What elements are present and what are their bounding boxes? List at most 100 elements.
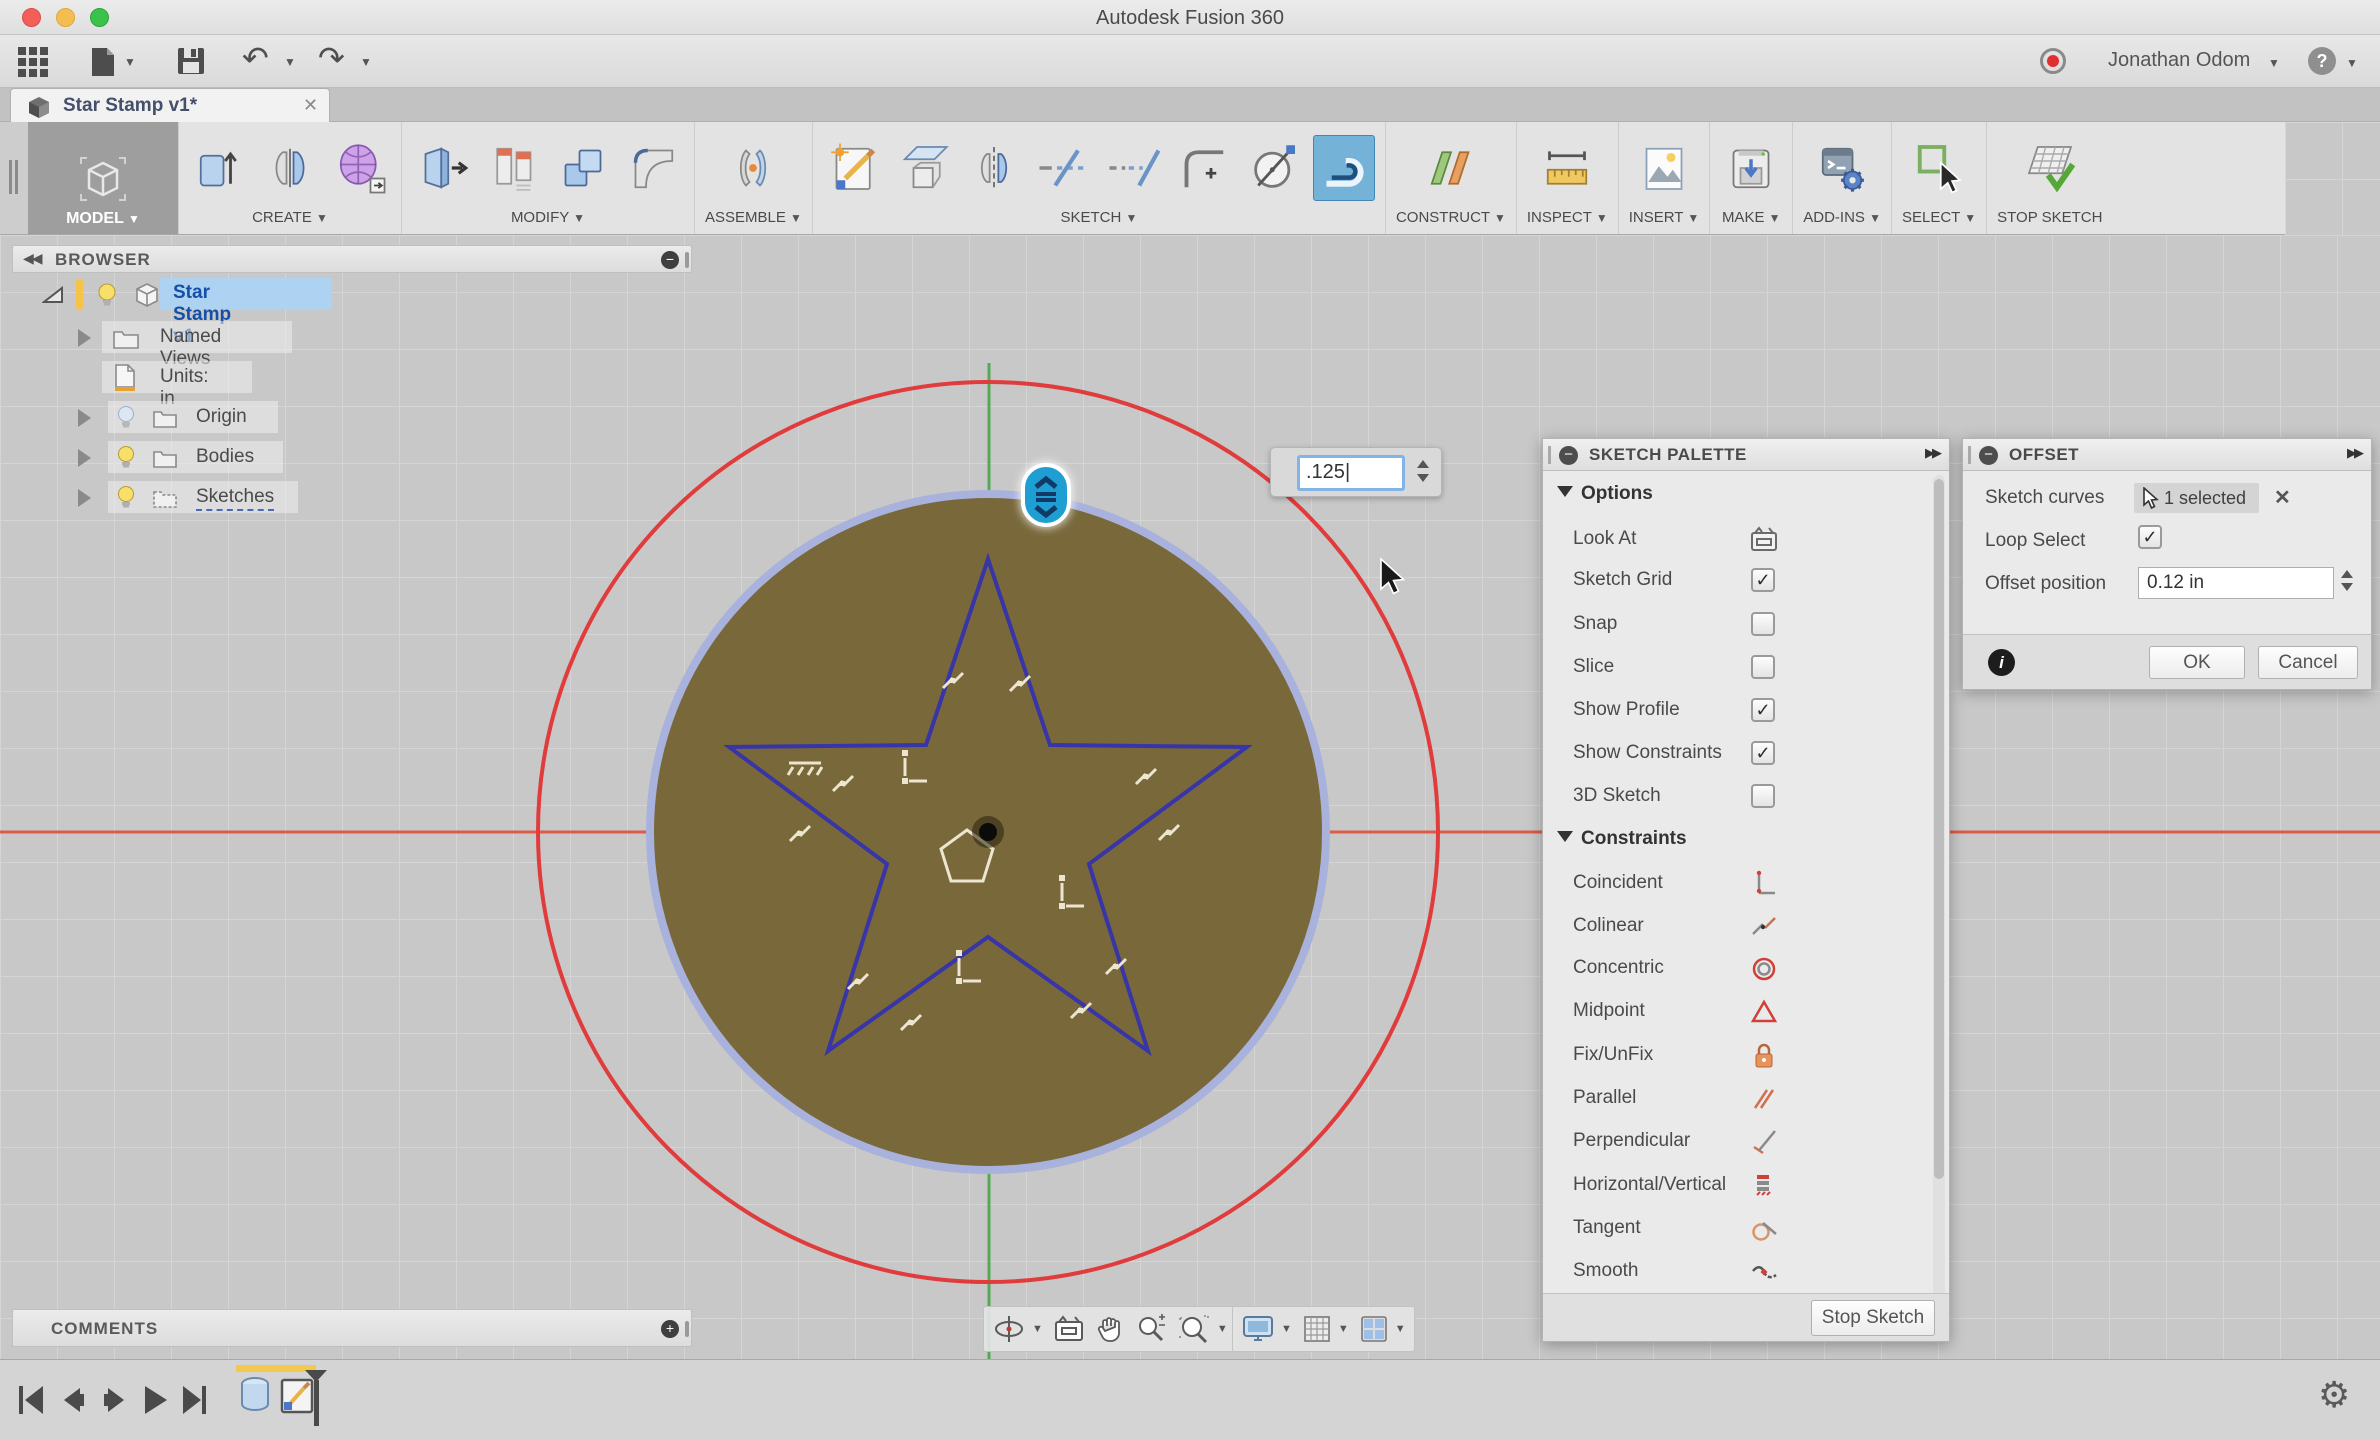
offset-dialog-header[interactable]: − OFFSET ▶▶ [1963, 439, 2371, 471]
show-profile-checkbox[interactable]: ✓ [1751, 698, 1775, 722]
display-caret[interactable]: ▼ [1281, 1323, 1292, 1335]
disclosure-open-icon[interactable] [42, 286, 64, 304]
sketch-palette-header[interactable]: − SKETCH PALETTE ▶▶ [1543, 439, 1949, 471]
orbit-icon[interactable] [992, 1313, 1026, 1345]
ribbon-drag-handle[interactable] [0, 122, 28, 234]
constraints-section-header[interactable]: Constraints [1557, 828, 1687, 850]
palette-scrollbar[interactable] [1933, 475, 1945, 1297]
project-tool[interactable] [893, 135, 955, 201]
parameters-tool[interactable] [482, 135, 544, 201]
disclosure-icon[interactable] [78, 329, 91, 347]
bulb-off-icon[interactable] [114, 404, 138, 431]
sketch-group-label[interactable]: SKETCH [1060, 209, 1121, 226]
dimension-stepper[interactable] [1417, 460, 1429, 482]
stop-sketch-button[interactable]: Stop Sketch [1811, 1300, 1935, 1336]
tab-close-icon[interactable]: ✕ [303, 95, 318, 116]
sketch-fillet-tool[interactable] [1173, 135, 1235, 201]
offset-tool[interactable] [1313, 135, 1375, 201]
midpoint-icon[interactable] [1749, 997, 1779, 1027]
save-icon[interactable] [176, 46, 206, 76]
comments-resize-grip[interactable] [685, 1321, 689, 1337]
timeline-play-icon[interactable] [140, 1380, 170, 1420]
disclosure-icon[interactable] [78, 489, 91, 507]
browser-resize-grip[interactable] [685, 252, 689, 268]
insert-group-label[interactable]: INSERT [1629, 209, 1683, 226]
fit-caret[interactable]: ▼ [1217, 1323, 1228, 1335]
timeline-step-forward-icon[interactable] [98, 1380, 132, 1420]
bulb-on-icon[interactable] [114, 444, 138, 471]
origin-point[interactable] [979, 823, 997, 841]
timeline-feature-body-icon[interactable] [238, 1374, 274, 1420]
user-menu[interactable]: Jonathan Odom [2108, 49, 2250, 72]
circumscribed-circle-tool[interactable] [1243, 135, 1305, 201]
ok-button[interactable]: OK [2149, 646, 2245, 679]
timeline-go-end-icon[interactable] [180, 1380, 210, 1420]
look-at-view-icon[interactable] [1053, 1315, 1085, 1343]
select-group-label[interactable]: SELECT [1902, 209, 1960, 226]
undo-caret[interactable]: ▼ [284, 55, 296, 69]
viewports-caret[interactable]: ▼ [1395, 1323, 1406, 1335]
assemble-group-label[interactable]: ASSEMBLE [705, 209, 786, 226]
user-menu-caret[interactable]: ▼ [2268, 56, 2280, 70]
colinear-icon[interactable] [1749, 912, 1779, 942]
viewports-icon[interactable] [1359, 1314, 1389, 1344]
stop-sketch-group-label[interactable]: STOP SKETCH [1997, 209, 2102, 226]
app-grid-icon[interactable] [18, 47, 48, 77]
trim-tool[interactable] [1033, 135, 1095, 201]
slice-checkbox[interactable] [1751, 655, 1775, 679]
3d-sketch-checkbox[interactable] [1751, 784, 1775, 808]
measure-tool[interactable] [1536, 135, 1598, 201]
offset-drag-handle[interactable] [1023, 465, 1069, 525]
timeline-position-marker[interactable] [303, 1368, 329, 1430]
combine-tool[interactable] [552, 135, 614, 201]
palette-scrollbar-thumb[interactable] [1934, 479, 1944, 1179]
create-form-tool[interactable] [329, 135, 391, 201]
grid-caret[interactable]: ▼ [1338, 1323, 1349, 1335]
help-icon[interactable]: ? [2308, 47, 2336, 75]
document-tab[interactable]: Star Stamp v1* ✕ [10, 88, 330, 122]
create-sketch-tool[interactable] [823, 135, 885, 201]
disclosure-icon[interactable] [78, 449, 91, 467]
extrude-tool[interactable] [189, 135, 251, 201]
tangent-icon[interactable] [1749, 1214, 1779, 1244]
collapse-browser-icon[interactable]: ◀◀ [23, 250, 41, 267]
record-icon[interactable] [2040, 48, 2066, 74]
create-group-label[interactable]: CREATE [252, 209, 312, 226]
select-tool[interactable] [1908, 135, 1970, 201]
timeline-go-start-icon[interactable] [16, 1380, 46, 1420]
file-menu-icon[interactable] [88, 46, 118, 78]
modify-group-label[interactable]: MODIFY [511, 209, 569, 226]
revolve-tool[interactable] [259, 135, 321, 201]
make-group-label[interactable]: MAKE [1722, 209, 1765, 226]
file-menu-caret[interactable]: ▼ [124, 55, 136, 69]
zoom-icon[interactable] [1135, 1313, 1167, 1345]
show-constraints-checkbox[interactable]: ✓ [1751, 741, 1775, 765]
selection-chip[interactable]: 1 selected [2134, 483, 2259, 513]
offset-stepper[interactable] [2341, 570, 2353, 591]
horizontal-vertical-icon[interactable] [1749, 1171, 1779, 1201]
parallel-icon[interactable] [1749, 1084, 1779, 1114]
browser-header[interactable]: ◀◀ BROWSER − [12, 245, 692, 273]
redo-icon[interactable]: ↷ [318, 39, 345, 77]
grid-settings-icon[interactable] [1302, 1314, 1332, 1344]
construct-group-label[interactable]: CONSTRUCT [1396, 209, 1490, 226]
fillet-tool[interactable] [622, 135, 684, 201]
perpendicular-icon[interactable] [1749, 1127, 1779, 1157]
tree-label[interactable]: Origin [196, 406, 247, 428]
display-settings-icon[interactable] [1241, 1314, 1275, 1344]
workspace-selector[interactable]: MODEL ▼ [28, 122, 178, 234]
cancel-button[interactable]: Cancel [2258, 646, 2358, 679]
look-at-icon[interactable] [1749, 525, 1779, 555]
coincident-icon[interactable] [1749, 869, 1779, 899]
make-3dprint-tool[interactable] [1720, 135, 1782, 201]
collapse-panel-icon[interactable]: − [1979, 446, 1998, 465]
snap-checkbox[interactable] [1751, 612, 1775, 636]
addins-group-label[interactable]: ADD-INS [1803, 209, 1865, 226]
comments-bar[interactable]: COMMENTS + [12, 1309, 692, 1347]
panel-grip[interactable] [1968, 446, 1971, 464]
construct-plane-tool[interactable] [1420, 135, 1482, 201]
clear-selection-icon[interactable]: ✕ [2274, 485, 2291, 510]
orbit-caret[interactable]: ▼ [1032, 1323, 1043, 1335]
panel-grip[interactable] [1548, 446, 1551, 464]
browser-options-icon[interactable]: − [661, 251, 679, 269]
